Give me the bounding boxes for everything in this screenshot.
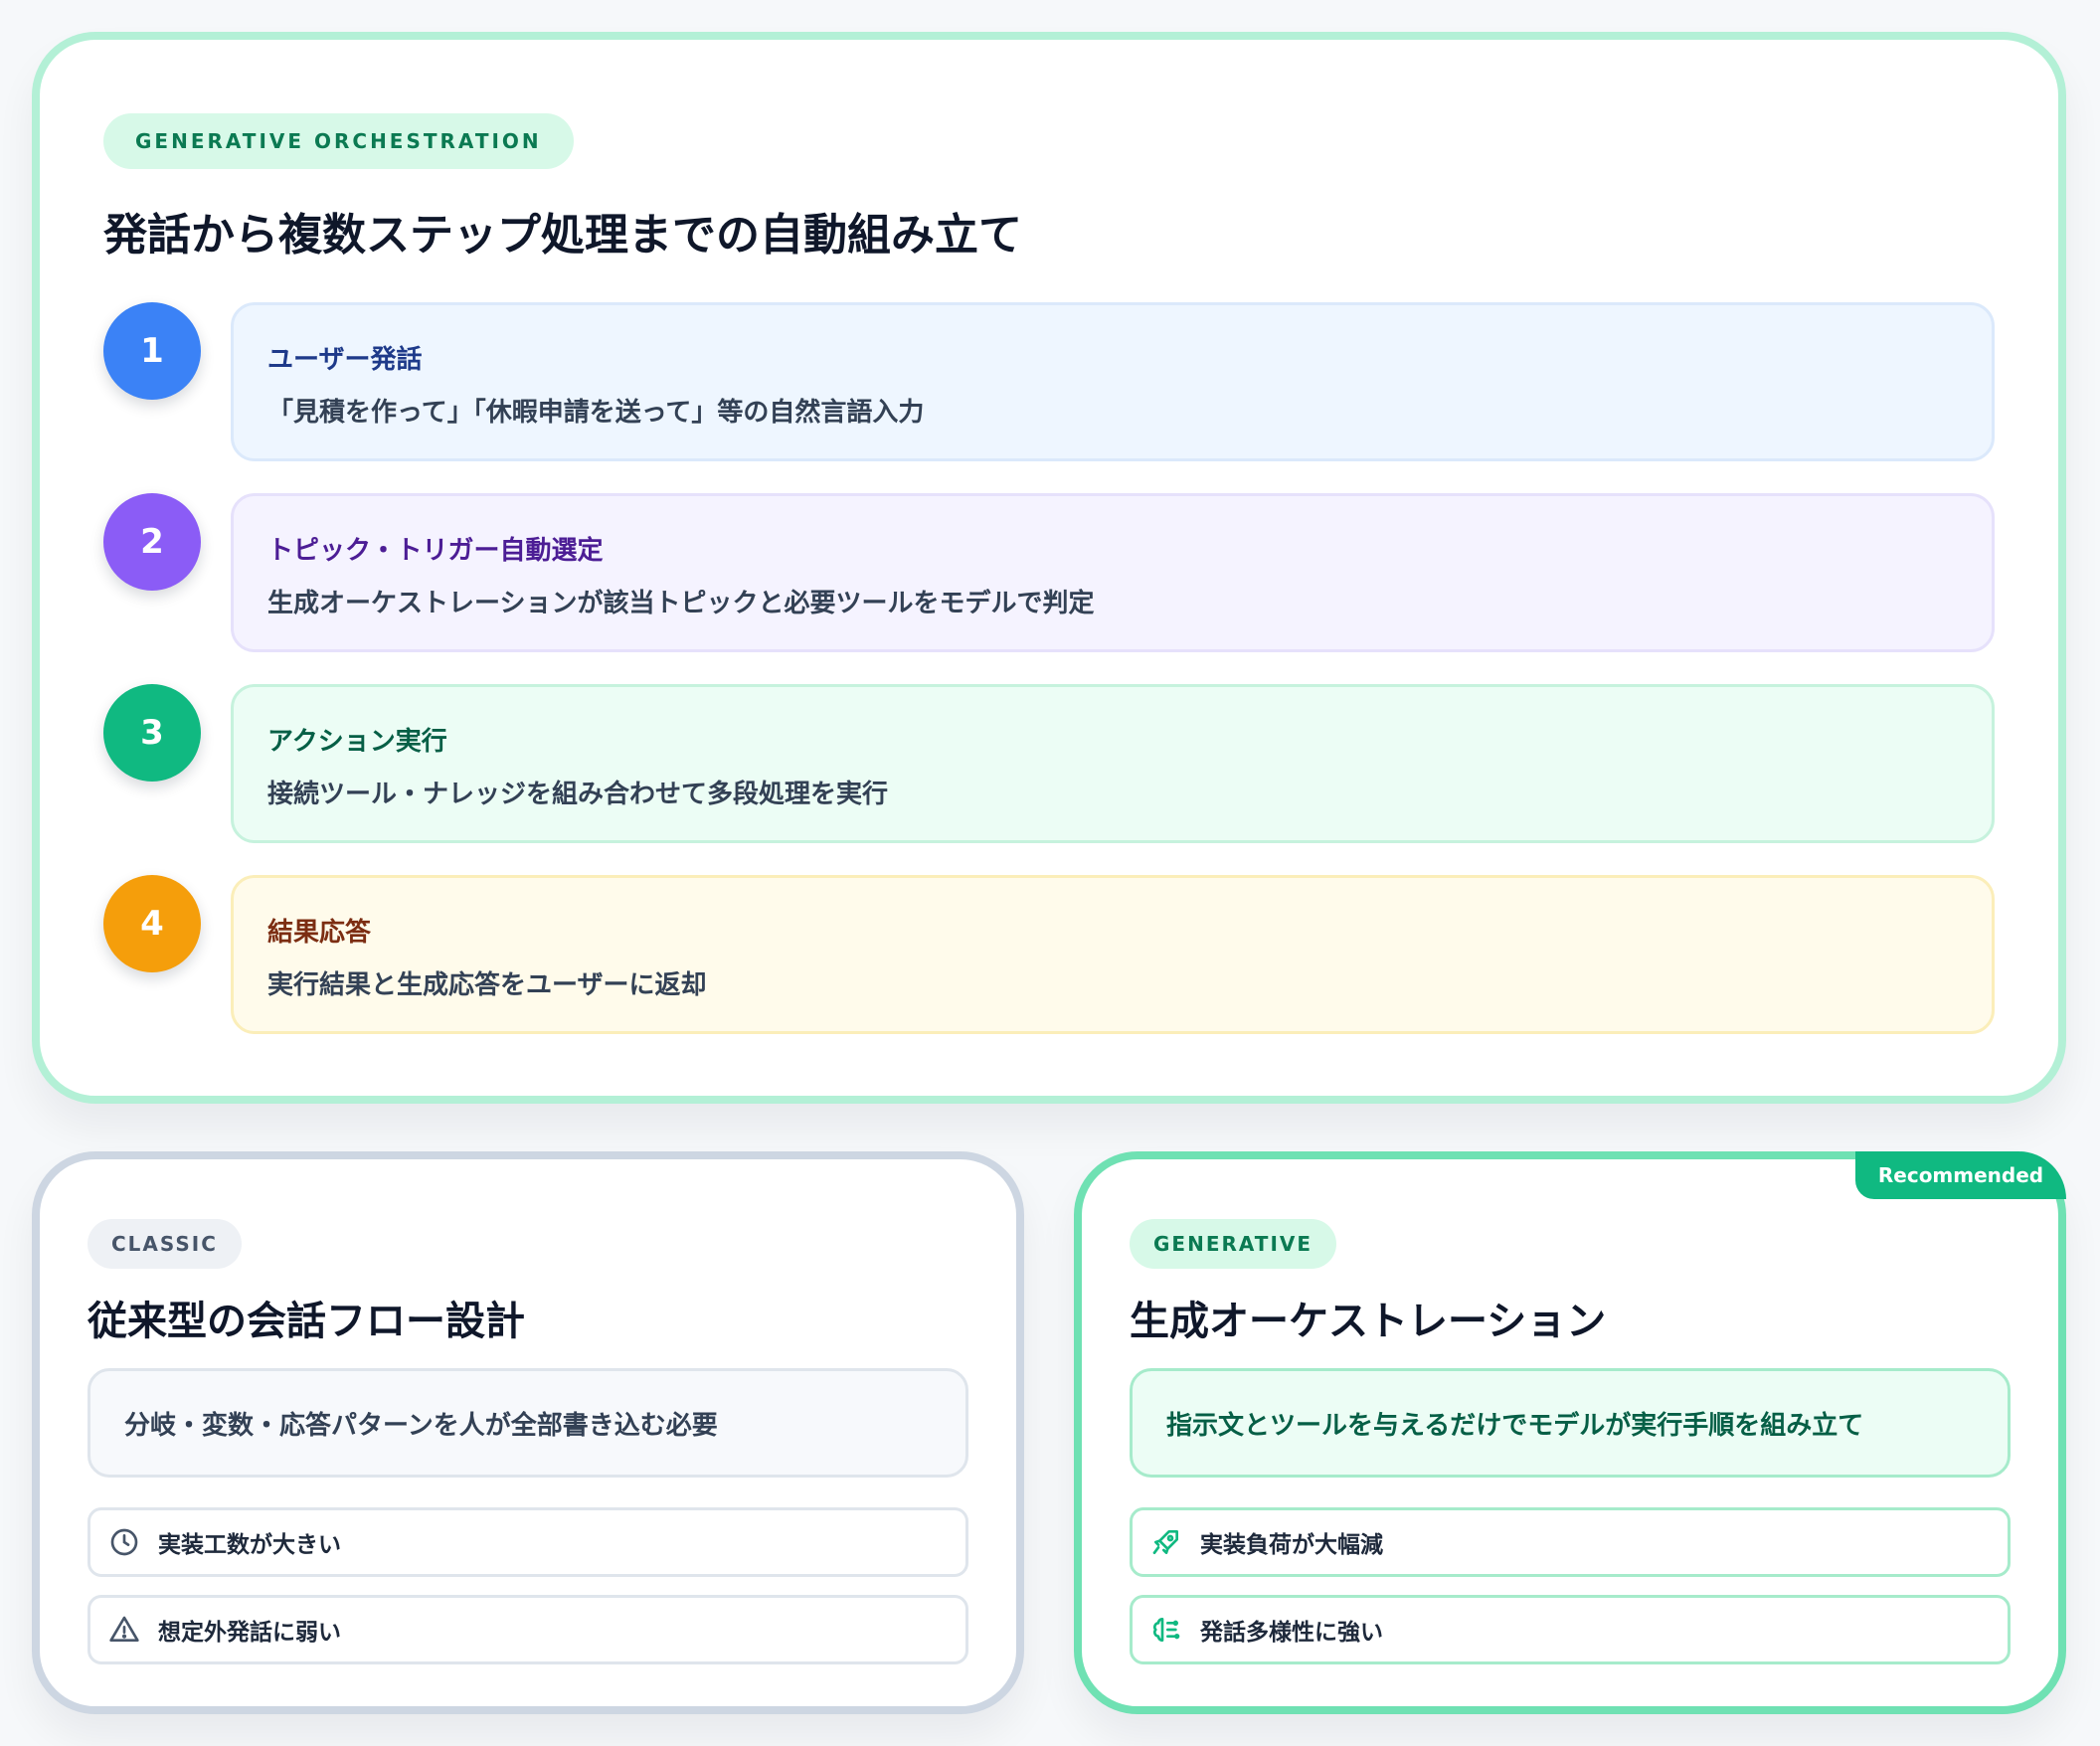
recommended-badge: Recommended [1855, 1151, 2066, 1199]
step-4-title: 結果応答 [267, 918, 372, 948]
step-1-number: 1 [103, 302, 201, 400]
generative-feature-effort: 実装負荷が大幅減 [1130, 1507, 2011, 1577]
step-2-title: トピック・トリガー自動選定 [267, 536, 604, 566]
step-2-description: 生成オーケストレーションが該当トピックと必要ツールをモデルで判定 [267, 589, 1095, 618]
classic-tag: CLASSIC [88, 1219, 242, 1269]
classic-feature-effort-label: 実装工数が大きい [158, 1532, 341, 1558]
classic-feature-unexpected: 想定外発話に弱い [88, 1595, 968, 1664]
generative-card: Recommended GENERATIVE 生成オーケストレーション 指示文と… [1074, 1151, 2066, 1714]
classic-title: 従来型の会話フロー設計 [88, 1299, 525, 1344]
generative-feature-diversity: 発話多様性に強い [1130, 1595, 2011, 1664]
step-4-description: 実行結果と生成応答をユーザーに返却 [267, 970, 707, 1000]
orchestration-card: GENERATIVE ORCHESTRATION 発話から複数ステップ処理までの… [32, 32, 2066, 1104]
step-2-number: 2 [103, 493, 201, 591]
step-1-description: 「見積を作って」「休暇申請を送って」等の自然言語入力 [267, 398, 925, 428]
step-2-card: トピック・トリガー自動選定 生成オーケストレーションが該当トピックと必要ツールを… [231, 493, 1995, 652]
warning-icon [108, 1614, 140, 1646]
step-3-card: アクション実行 接続ツール・ナレッジを組み合わせて多段処理を実行 [231, 684, 1995, 843]
generative-feature-effort-label: 実装負荷が大幅減 [1200, 1532, 1383, 1558]
rocket-icon [1150, 1526, 1182, 1558]
step-3-title: アクション実行 [267, 727, 447, 757]
step-3-description: 接続ツール・ナレッジを組み合わせて多段処理を実行 [267, 780, 889, 809]
brain-icon [1150, 1614, 1182, 1646]
orchestration-title: 発話から複数ステップ処理までの自動組み立て [103, 210, 1022, 261]
step-1-card: ユーザー発話 「見積を作って」「休暇申請を送って」等の自然言語入力 [231, 302, 1995, 461]
classic-card: CLASSIC 従来型の会話フロー設計 分岐・変数・応答パターンを人が全部書き込… [32, 1151, 1024, 1714]
step-3-number: 3 [103, 684, 201, 782]
clock-icon [108, 1526, 140, 1558]
generative-tag: GENERATIVE [1130, 1219, 1337, 1269]
classic-statement: 分岐・変数・応答パターンを人が全部書き込む必要 [88, 1368, 968, 1478]
classic-feature-unexpected-label: 想定外発話に弱い [158, 1620, 341, 1646]
orchestration-tag: GENERATIVE ORCHESTRATION [103, 113, 574, 169]
step-1-title: ユーザー発話 [267, 345, 423, 375]
step-4-card: 結果応答 実行結果と生成応答をユーザーに返却 [231, 875, 1995, 1034]
generative-statement: 指示文とツールを与えるだけでモデルが実行手順を組み立て [1130, 1368, 2011, 1478]
step-4-number: 4 [103, 875, 201, 972]
generative-title: 生成オーケストレーション [1130, 1299, 1607, 1344]
generative-feature-diversity-label: 発話多様性に強い [1200, 1620, 1383, 1646]
classic-feature-effort: 実装工数が大きい [88, 1507, 968, 1577]
